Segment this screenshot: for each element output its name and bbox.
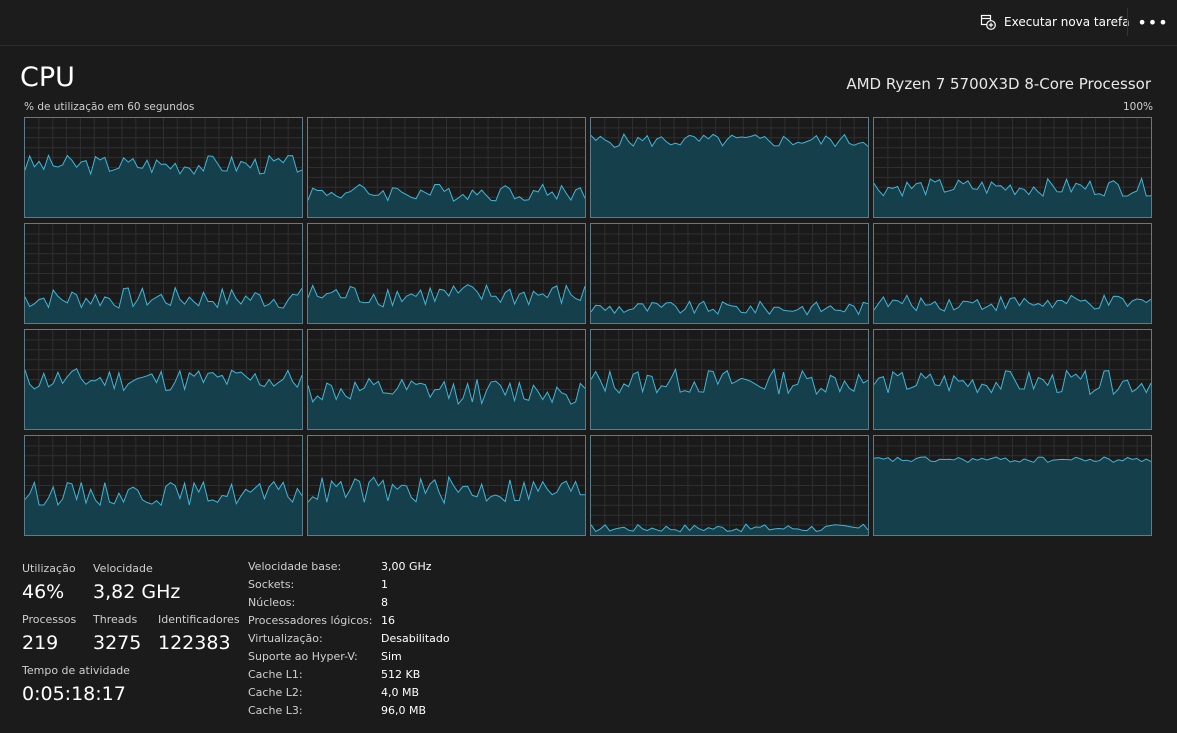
cpu-graph-svg (308, 436, 585, 535)
spec-key: Virtualização: (248, 632, 323, 645)
cpu-graph-2 (590, 117, 869, 218)
page-title: CPU (20, 62, 75, 93)
speed-value: 3,82 GHz (93, 581, 181, 603)
run-new-task-button[interactable]: Executar nova tarefa (972, 8, 1138, 36)
spec-row-base-speed: Velocidade base: 3,00 GHz (248, 560, 508, 578)
spec-row-cache-l1: Cache L1: 512 KB (248, 668, 508, 686)
spec-value: 96,0 MB (381, 704, 427, 717)
spec-key: Núcleos: (248, 596, 296, 609)
cpu-graph-svg (25, 224, 302, 323)
handles-label: Identificadores (158, 613, 240, 626)
cpu-graph-11 (873, 329, 1152, 430)
speed-label: Velocidade (93, 562, 153, 575)
logical-processor-graphs (24, 117, 1153, 536)
cpu-graph-svg (591, 436, 868, 535)
cpu-graph-svg (591, 118, 868, 217)
utilization-area (591, 134, 868, 217)
cpu-graph-14 (590, 435, 869, 536)
more-options-button[interactable]: ••• (1137, 8, 1169, 36)
spec-row-logical-processors: Processadores lógicos: 16 (248, 614, 508, 632)
run-new-task-label: Executar nova tarefa (1004, 15, 1130, 29)
spec-key: Cache L3: (248, 704, 303, 717)
new-task-icon (980, 14, 996, 30)
spec-value: 4,0 MB (381, 686, 420, 699)
more-options-icon: ••• (1137, 12, 1169, 32)
cpu-graph-svg (591, 224, 868, 323)
cpu-graph-svg (874, 330, 1151, 429)
cpu-graph-svg (308, 224, 585, 323)
processes-label: Processos (22, 613, 77, 626)
cpu-graph-9 (307, 329, 586, 430)
cpu-graph-12 (24, 435, 303, 536)
cpu-graph-svg (591, 330, 868, 429)
spec-row-cache-l2: Cache L2: 4,0 MB (248, 686, 508, 704)
spec-value: 3,00 GHz (381, 560, 432, 573)
utilization-label: Utilização (22, 562, 76, 575)
cpu-graph-15 (873, 435, 1152, 536)
spec-key: Processadores lógicos: (248, 614, 373, 627)
chart-max-label: 100% (1122, 101, 1153, 113)
chart-caption: % de utilização em 60 segundos (24, 101, 195, 113)
spec-row-sockets: Sockets: 1 (248, 578, 508, 596)
cpu-graph-0 (24, 117, 303, 218)
cpu-graph-5 (307, 223, 586, 324)
uptime-value: 0:05:18:17 (22, 683, 126, 705)
spec-key: Suporte ao Hyper-V: (248, 650, 358, 663)
cpu-graph-1 (307, 117, 586, 218)
threads-value: 3275 (93, 632, 142, 654)
spec-row-cores: Núcleos: 8 (248, 596, 508, 614)
spec-value: 16 (381, 614, 395, 627)
utilization-area (874, 457, 1151, 535)
processes-value: 219 (22, 632, 59, 654)
cpu-graph-svg (25, 118, 302, 217)
utilization-value: 46% (22, 581, 65, 603)
spec-value: Desabilitado (381, 632, 450, 645)
spec-key: Cache L2: (248, 686, 303, 699)
threads-label: Threads (93, 613, 138, 626)
spec-row-cache-l3: Cache L3: 96,0 MB (248, 704, 508, 722)
cpu-graph-svg (25, 436, 302, 535)
cpu-graph-svg (874, 224, 1151, 323)
spec-key: Sockets: (248, 578, 295, 591)
uptime-label: Tempo de atividade (22, 664, 130, 677)
spec-value: 8 (381, 596, 388, 609)
cpu-graph-13 (307, 435, 586, 536)
toolbar-separator (1127, 8, 1128, 36)
spec-row-virtualization: Virtualização: Desabilitado (248, 632, 508, 650)
spec-value: Sim (381, 650, 402, 663)
spec-value: 512 KB (381, 668, 421, 681)
spec-value: 1 (381, 578, 388, 591)
toolbar: Executar nova tarefa ••• (0, 0, 1177, 46)
spec-key: Velocidade base: (248, 560, 342, 573)
cpu-graph-8 (24, 329, 303, 430)
cpu-graph-svg (874, 118, 1151, 217)
spec-key: Cache L1: (248, 668, 303, 681)
cpu-graph-svg (874, 436, 1151, 535)
cpu-graph-6 (590, 223, 869, 324)
cpu-graph-7 (873, 223, 1152, 324)
cpu-graph-svg (308, 118, 585, 217)
processor-name: AMD Ryzen 7 5700X3D 8-Core Processor (846, 75, 1151, 93)
cpu-graph-svg (308, 330, 585, 429)
cpu-graph-3 (873, 117, 1152, 218)
cpu-graph-svg (25, 330, 302, 429)
spec-row-hyper-v: Suporte ao Hyper-V: Sim (248, 650, 508, 668)
cpu-graph-10 (590, 329, 869, 430)
handles-value: 122383 (158, 632, 231, 654)
cpu-graph-4 (24, 223, 303, 324)
